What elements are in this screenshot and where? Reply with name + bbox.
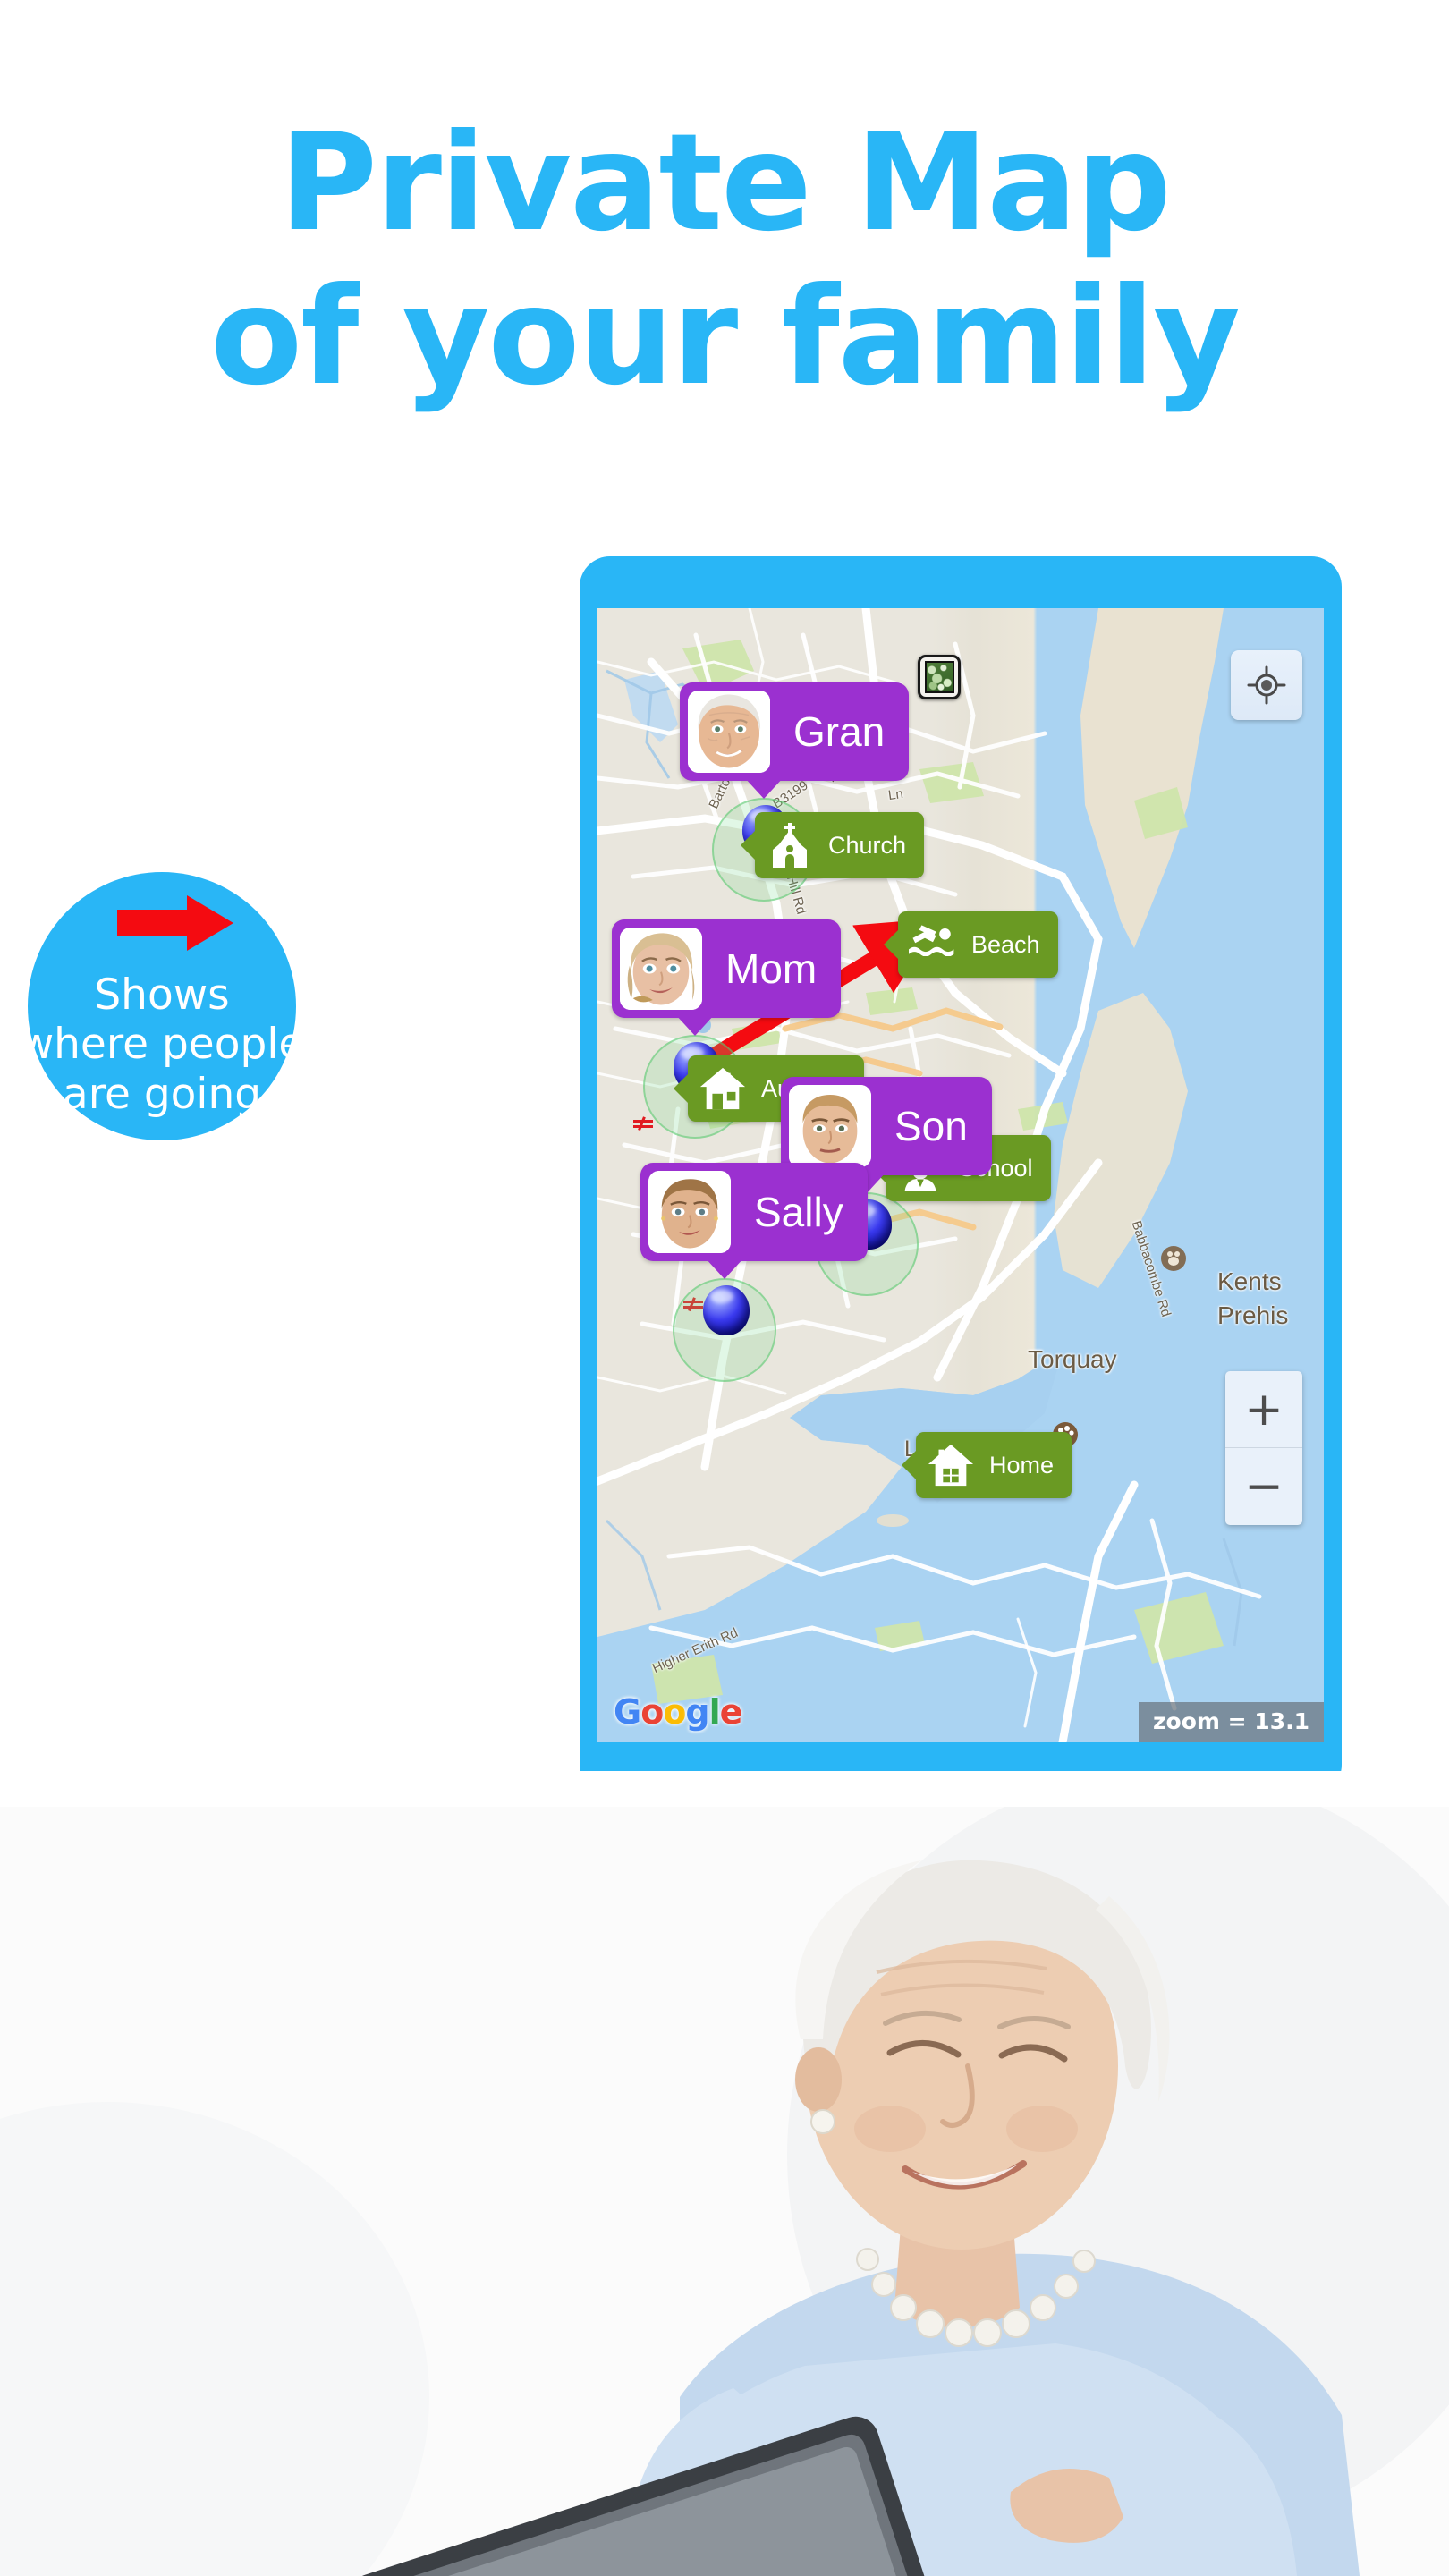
place-marker-label: Church [828, 831, 907, 859]
pin-highlight [710, 1290, 733, 1303]
google-logo-e: e [719, 1692, 743, 1732]
person-marker-tail [744, 777, 784, 799]
headline-line-1: Private Map [279, 106, 1172, 261]
feature-callout-badge: Shows where people are going [20, 872, 304, 1140]
map-label: Prehis [1217, 1301, 1289, 1329]
zoom-controls[interactable]: + − [1225, 1371, 1302, 1525]
my-location-icon [1247, 665, 1286, 705]
google-logo-l: l [708, 1692, 721, 1732]
photo-illustration [0, 1771, 1449, 2576]
person-marker-gran[interactable]: Gran [680, 682, 910, 799]
google-logo-g2: g [685, 1692, 709, 1732]
blonde-woman-photo [620, 928, 702, 1010]
my-location-button[interactable] [1231, 650, 1302, 720]
place-marker-tail [884, 929, 899, 960]
girl-photo [648, 1171, 731, 1253]
map-screen[interactable]: Barton Hill RdB3199A379LnHill RdRdBABBAC… [597, 608, 1324, 1742]
map-pin[interactable] [673, 1278, 776, 1382]
person-marker-tail [675, 1014, 715, 1036]
swimmer-icon [909, 920, 957, 969]
headline-line-2: of your family [210, 259, 1241, 415]
place-marker-tail [741, 830, 756, 860]
person-marker-sally[interactable]: Sally [640, 1163, 868, 1279]
avatar [688, 691, 770, 773]
google-logo-o1: o [640, 1692, 664, 1732]
person-marker-tail [705, 1258, 744, 1279]
person-marker-label: Sally [754, 1189, 843, 1235]
zoom-level-badge: zoom = 13.1 [1139, 1702, 1324, 1742]
place-marker-tail [674, 1073, 689, 1104]
house-icon [699, 1064, 747, 1113]
avatar [789, 1085, 871, 1167]
tablet-device-frame: Barton Hill RdB3199A379LnHill RdRdBABBAC… [580, 556, 1342, 1795]
place-marker-home[interactable]: Home [902, 1432, 1072, 1498]
map-label: Torquay [1028, 1345, 1117, 1373]
home-icon [927, 1441, 975, 1489]
person-marker-label: Mom [725, 945, 818, 992]
callout-line-2: where people [19, 1020, 305, 1070]
elderly-woman-photo [688, 691, 770, 773]
avatar [620, 928, 702, 1010]
person-marker-label: Son [894, 1103, 968, 1149]
promo-screenshot: Private Map of your family Shows where p… [0, 0, 1449, 2576]
person-marker-label: Gran [793, 708, 886, 755]
elderly-woman-with-tablet-photo [0, 1771, 1449, 2576]
boy-photo [789, 1085, 871, 1167]
place-marker-label: Home [989, 1451, 1055, 1479]
person-marker-son[interactable]: Son [781, 1077, 992, 1193]
google-logo: Google [614, 1692, 743, 1732]
map-canvas[interactable]: Barton Hill RdB3199A379LnHill RdRdBABBAC… [597, 608, 1324, 1742]
place-marker-label: Beach [971, 930, 1040, 958]
map-label: Ln [886, 785, 904, 804]
place-marker-beach[interactable]: Beach [884, 911, 1058, 978]
google-logo-o2: o [663, 1692, 686, 1732]
church-icon [766, 821, 814, 869]
place-marker-church[interactable]: Church [741, 812, 925, 878]
callout-line-1: Shows [94, 970, 230, 1020]
feature-callout-text: Shows where people are going [8, 970, 316, 1119]
place-marker-tail [902, 1450, 917, 1480]
person-marker-mom[interactable]: Mom [612, 919, 842, 1036]
callout-line-3: are going [62, 1069, 262, 1119]
red-right-arrow-icon [117, 895, 233, 951]
zoom-out-button[interactable]: − [1225, 1448, 1302, 1525]
map-label: Kents [1217, 1267, 1282, 1295]
zoom-in-button[interactable]: + [1225, 1371, 1302, 1448]
satellite-thumbnail-icon [924, 661, 954, 693]
page-title: Private Map of your family [0, 116, 1449, 404]
avatar [648, 1171, 731, 1253]
google-logo-g1: G [614, 1692, 641, 1732]
satellite-toggle-button[interactable] [918, 655, 961, 699]
